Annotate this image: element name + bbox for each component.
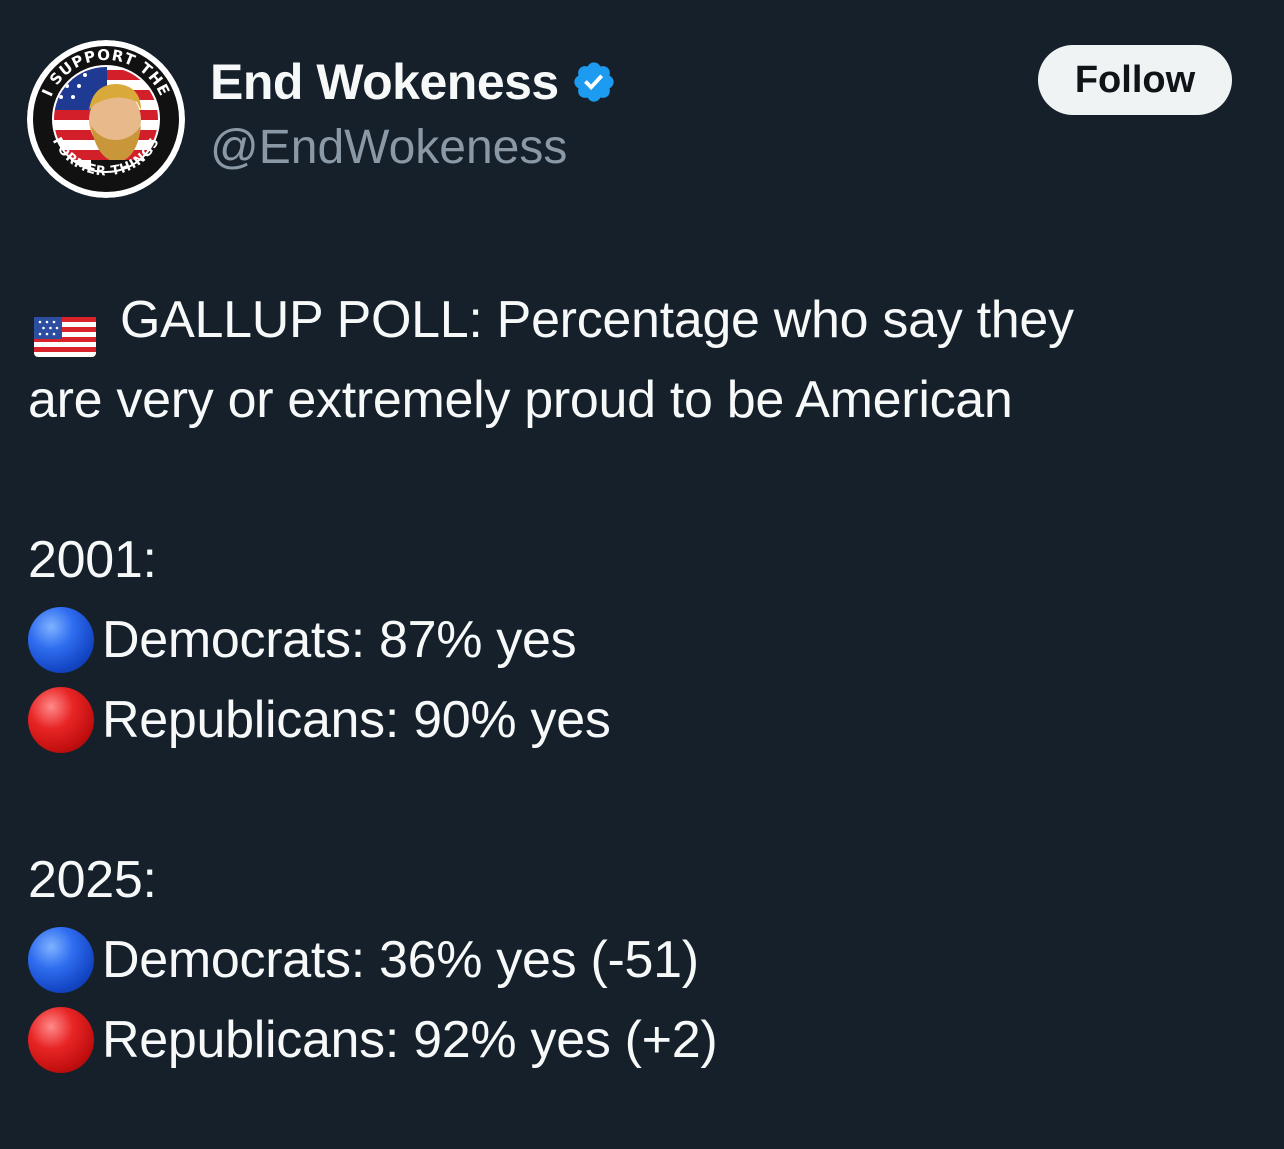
blue-circle-icon: [28, 607, 94, 673]
tweet-card: I SUPPORT THE FORMER THINGS End Wokeness…: [0, 0, 1284, 1149]
year-heading: 2025:: [28, 851, 157, 909]
blue-circle-icon: [28, 927, 94, 993]
verified-badge-icon: [571, 59, 617, 105]
text-line-content: Democrats: 36% yes (-51): [102, 931, 699, 989]
display-name[interactable]: End Wokeness: [210, 53, 559, 111]
text-line-content: are very or extremely proud to be Americ…: [28, 371, 1013, 429]
red-circle-icon: [28, 1007, 94, 1073]
text-line: Republicans: 92% yes (+2): [28, 1000, 1258, 1080]
avatar-image: I SUPPORT THE FORMER THINGS: [27, 40, 185, 198]
tweet-text: GALLUP POLL: Percentage who say they are…: [28, 280, 1258, 1080]
text-line: are very or extremely proud to be Americ…: [28, 360, 1258, 440]
text-line: Republicans: 90% yes: [28, 680, 1258, 760]
follow-button[interactable]: Follow: [1038, 45, 1232, 115]
text-line-content: Democrats: 87% yes: [102, 611, 577, 669]
text-line-content: Republicans: 90% yes: [102, 691, 611, 749]
text-line-content: Republicans: 92% yes (+2): [102, 1011, 718, 1069]
text-line: Democrats: 36% yes (-51): [28, 920, 1258, 1000]
user-handle[interactable]: @EndWokeness: [210, 120, 567, 175]
text-line: 2025:: [28, 840, 1258, 920]
text-line: 2001:: [28, 520, 1258, 600]
red-circle-icon: [28, 687, 94, 753]
year-heading: 2001:: [28, 531, 157, 589]
name-row: End Wokeness: [210, 54, 617, 110]
text-line: GALLUP POLL: Percentage who say they: [28, 280, 1258, 360]
text-line: Democrats: 87% yes: [28, 600, 1258, 680]
text-line-content: GALLUP POLL: Percentage who say they: [120, 291, 1074, 349]
us-flag-icon: [34, 300, 96, 357]
avatar[interactable]: I SUPPORT THE FORMER THINGS: [27, 40, 185, 198]
